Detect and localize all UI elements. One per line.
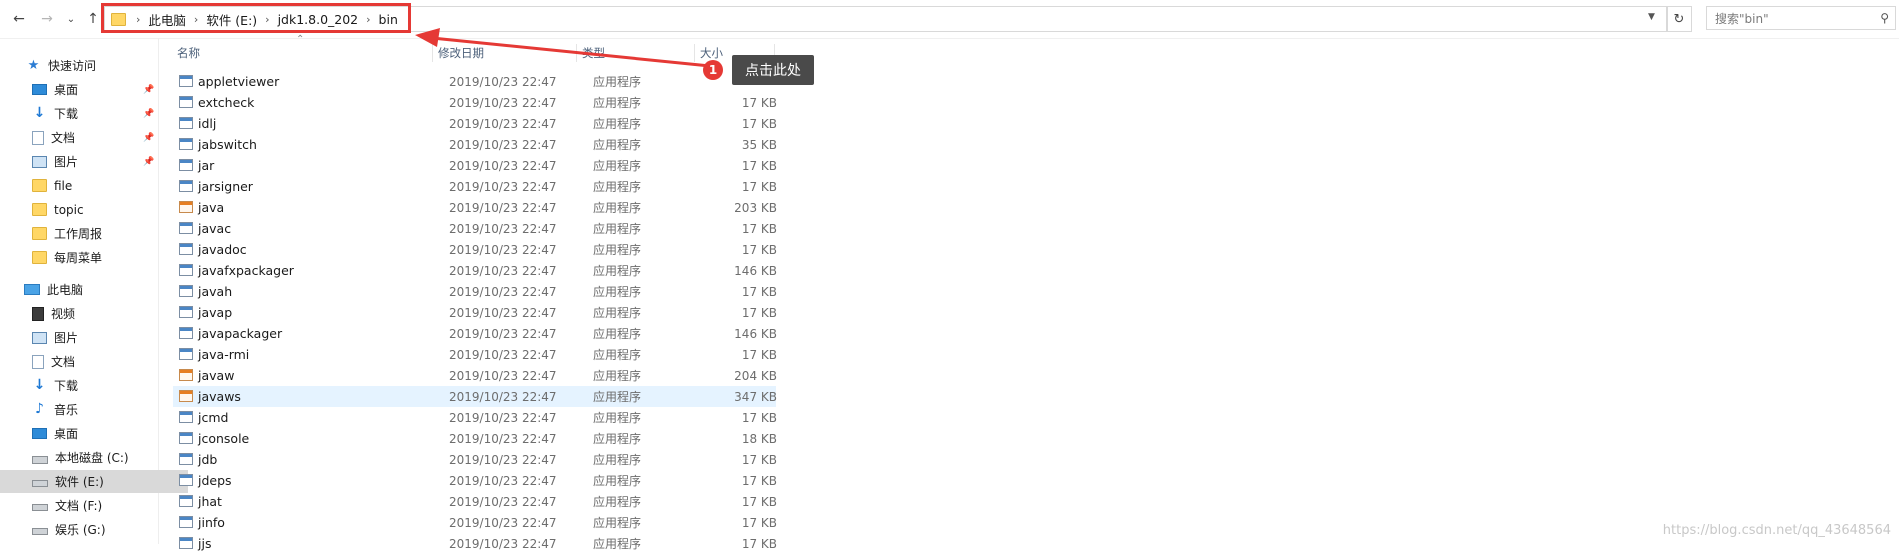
- annotation-arrow: [0, 0, 1899, 544]
- watermark: https://blog.csdn.net/qq_43648564: [1663, 523, 1891, 538]
- annotation-tooltip: 点击此处: [732, 55, 814, 85]
- step-badge: 1: [703, 60, 723, 80]
